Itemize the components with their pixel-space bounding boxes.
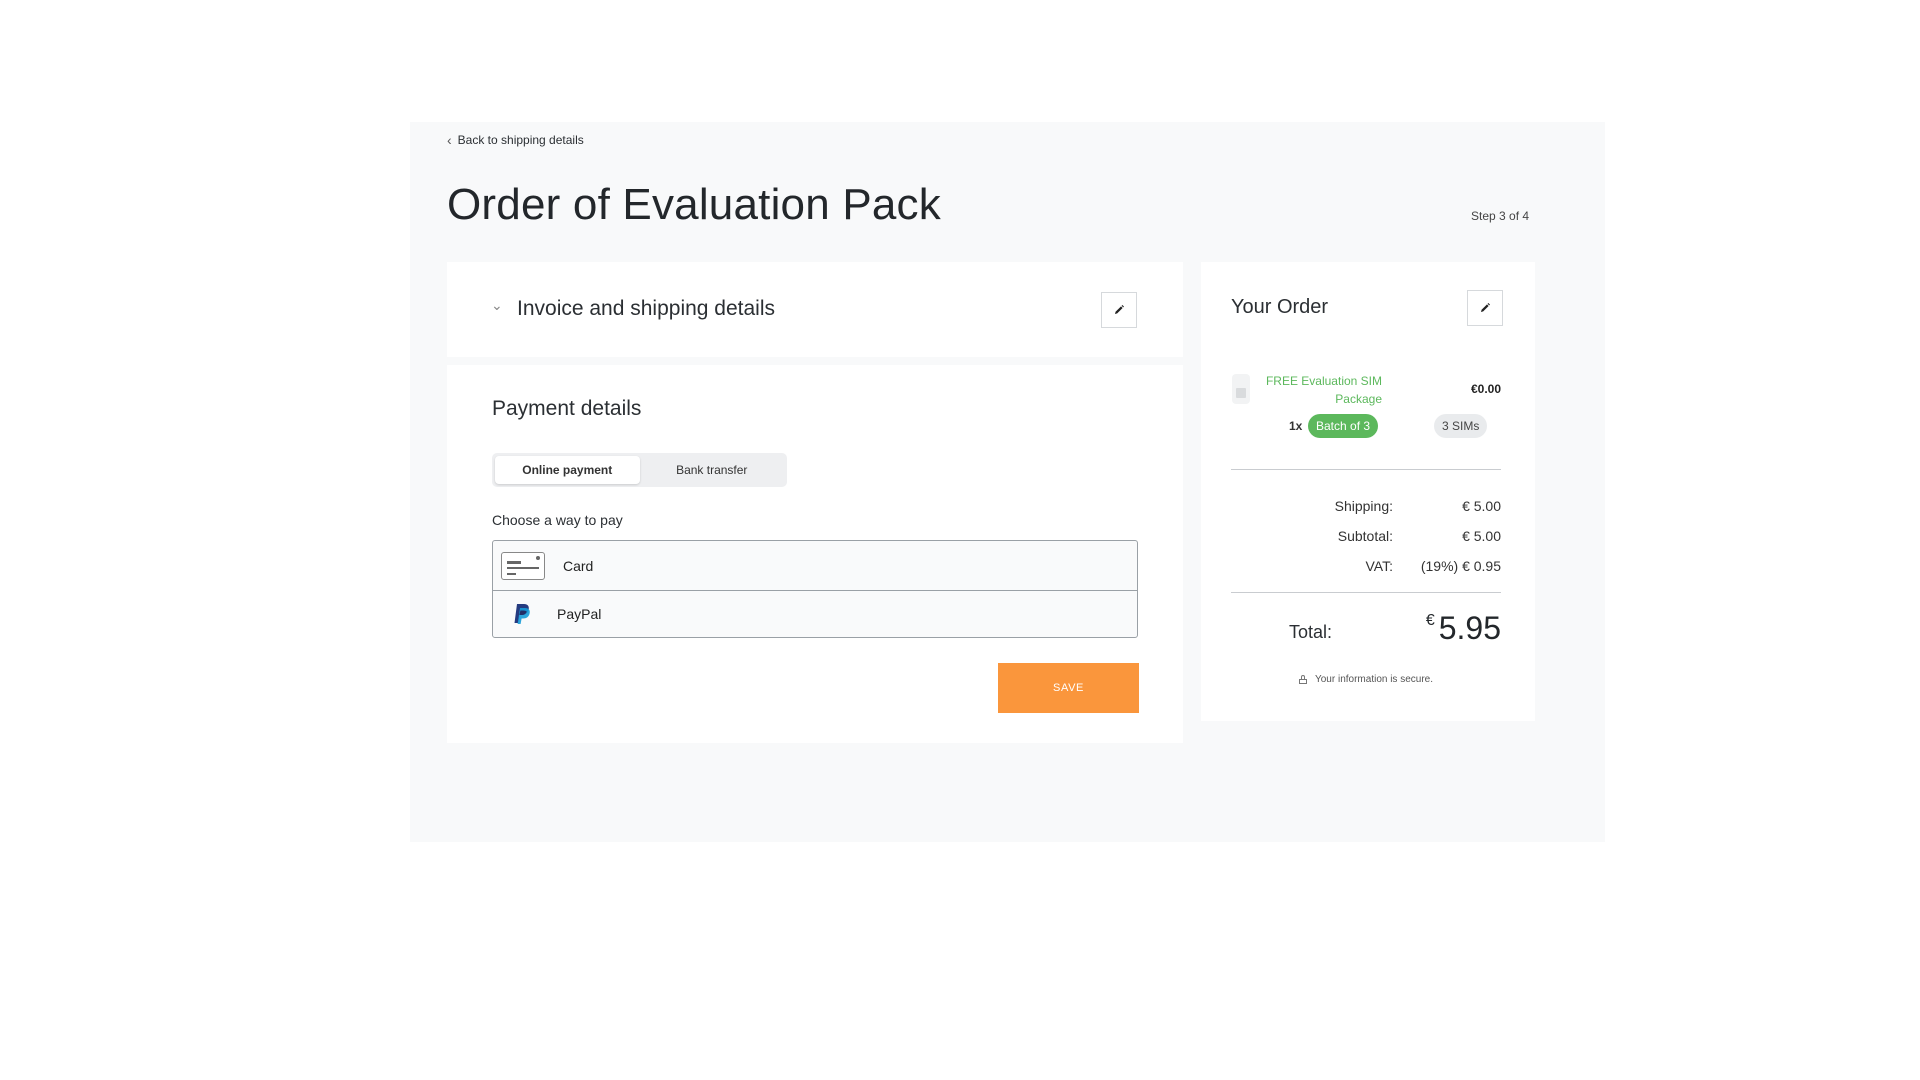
total-amount: € 5.95 xyxy=(1426,610,1501,647)
product-price: €0.00 xyxy=(1470,382,1501,396)
chevron-down-icon[interactable]: ⌄ xyxy=(491,297,503,314)
edit-order-button[interactable] xyxy=(1467,290,1503,326)
payment-section-title: Payment details xyxy=(492,397,642,420)
secure-notice: Your information is secure. xyxy=(1231,674,1501,685)
payment-option-label: PayPal xyxy=(557,606,602,622)
paypal-icon xyxy=(514,604,530,624)
summary-value: (19%) € 0.95 xyxy=(1420,558,1501,574)
payment-option-label: Card xyxy=(563,557,594,574)
summary-value: € 5.00 xyxy=(1462,498,1501,514)
product-name: FREE Evaluation SIM Package xyxy=(1265,374,1382,406)
total-value: 5.95 xyxy=(1438,610,1501,646)
summary-label: Shipping: xyxy=(1334,498,1393,514)
tab-online-payment[interactable]: Online payment xyxy=(495,456,640,484)
payment-option-card[interactable]: Card xyxy=(493,541,1137,590)
summary-label: Subtotal: xyxy=(1337,528,1393,544)
payment-method-list: Card PayPal xyxy=(492,540,1138,638)
credit-card-icon xyxy=(501,551,545,580)
divider xyxy=(1231,592,1501,593)
summary-value: € 5.00 xyxy=(1462,528,1501,544)
total-currency: € xyxy=(1425,612,1435,629)
sim-card-icon xyxy=(1232,374,1250,404)
pencil-icon xyxy=(1115,305,1124,314)
step-indicator: Step 3 of 4 xyxy=(1471,209,1530,223)
page-title: Order of Evaluation Pack xyxy=(447,180,941,229)
back-link-label: Back to shipping details xyxy=(457,133,584,147)
secure-text: Your information is secure. xyxy=(1314,674,1434,685)
product-quantity: 1x xyxy=(1289,419,1303,433)
pencil-icon xyxy=(1481,303,1490,312)
choose-payment-label: Choose a way to pay xyxy=(492,512,623,528)
total-label: Total: xyxy=(1289,622,1333,642)
order-section-title: Your Order xyxy=(1231,296,1329,318)
invoice-section-title[interactable]: Invoice and shipping details xyxy=(517,297,775,321)
sims-count-badge: 3 SIMs xyxy=(1434,414,1488,438)
back-to-shipping-link[interactable]: ‹ Back to shipping details xyxy=(447,132,584,148)
summary-row-subtotal: Subtotal: € 5.00 xyxy=(1231,528,1501,548)
edit-invoice-button[interactable] xyxy=(1101,292,1137,328)
checkout-panel: ‹ Back to shipping details Order of Eval… xyxy=(410,122,1605,842)
summary-label: VAT: xyxy=(1365,558,1394,574)
payment-details-card: Payment details Online payment Bank tran… xyxy=(447,365,1183,743)
tab-bank-transfer[interactable]: Bank transfer xyxy=(640,456,785,484)
payment-type-toggle: Online payment Bank transfer xyxy=(492,453,787,487)
batch-badge: Batch of 3 xyxy=(1308,414,1379,438)
chevron-left-icon: ‹ xyxy=(447,132,452,148)
payment-option-paypal[interactable]: PayPal xyxy=(493,590,1137,637)
save-button[interactable]: SAVE xyxy=(998,663,1139,713)
summary-row-shipping: Shipping: € 5.00 xyxy=(1231,498,1501,518)
invoice-shipping-card: ⌄ Invoice and shipping details xyxy=(447,262,1183,357)
divider xyxy=(1231,469,1501,470)
order-summary-card: Your Order FREE Evaluation SIM Package €… xyxy=(1201,262,1535,721)
summary-row-vat: VAT: (19%) € 0.95 xyxy=(1231,558,1502,578)
lock-icon xyxy=(1298,675,1307,684)
